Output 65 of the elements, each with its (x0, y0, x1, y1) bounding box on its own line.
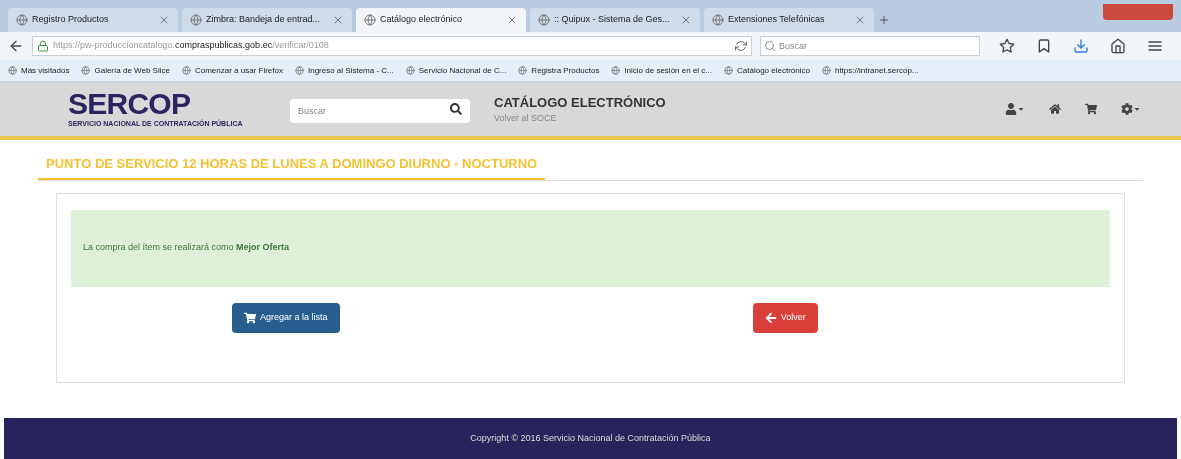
logo[interactable]: SERCOP (68, 88, 191, 119)
browser-tab[interactable]: Catálogo electrónico (356, 8, 526, 32)
bookmark-item[interactable]: Más visitados (8, 64, 70, 77)
back-icon[interactable] (8, 38, 24, 54)
globe-icon (821, 66, 831, 75)
globe-icon (81, 66, 91, 75)
star-icon[interactable] (998, 38, 1015, 54)
cart-icon (243, 311, 256, 324)
menu-icon[interactable] (1146, 38, 1163, 54)
catalog-title: CATÁLOGO ELECTRÓNICO (494, 93, 666, 112)
arrow-left-icon (764, 311, 777, 324)
url-field[interactable]: https://pw-produccioncatalogo.compraspublicas.gob.ec/verificar/0108 (32, 36, 752, 56)
favicon-icon (712, 14, 724, 26)
bookmark-item[interactable]: Catálogo electrónico (724, 64, 810, 77)
favicon-icon (364, 14, 376, 26)
globe-icon (611, 66, 621, 75)
favicon-icon (16, 14, 28, 26)
bookmark-item[interactable]: Comenzar a usar Firefox (181, 64, 283, 77)
browser-tab[interactable]: Extensiones Telefónicas (704, 8, 874, 32)
url-text: https://pw-produccioncatalogo.compraspublicas.gob.ec/verificar/0108 (53, 39, 330, 53)
favicon-icon (190, 14, 202, 26)
bookmark-item[interactable]: Registra Productos (518, 64, 600, 77)
close-icon[interactable] (332, 14, 344, 26)
copyright-text: Copyright © 2016 Servicio Nacional de Contratación Pública (470, 431, 711, 445)
globe-icon (181, 66, 191, 75)
tab-title: Extensiones Telefónicas (728, 13, 826, 27)
alert-message: La compra del ítem se realizará como Mejor Oferta (83, 241, 290, 255)
bookmark-item[interactable]: Servicio Nacional de C... (405, 64, 507, 77)
globe-icon (724, 66, 733, 75)
cart-icon[interactable] (1085, 103, 1097, 115)
close-icon[interactable] (854, 14, 866, 26)
tab-title: Catálogo electrónico (380, 13, 464, 27)
close-icon[interactable] (680, 14, 692, 26)
browser-tab[interactable]: Registro Productos (8, 8, 178, 32)
browser-tab[interactable]: Zimbra: Bandeja de entrad... (182, 8, 352, 32)
back-button[interactable]: Volver (752, 302, 818, 333)
page-title: PUNTO DE SERVICIO 12 HORAS DE LUNES A DOMINGO DIURNO - NOCTURNO (38, 154, 546, 180)
favicon-icon (538, 14, 550, 26)
add-to-list-button[interactable]: Agregar a la lista (231, 302, 340, 333)
close-icon[interactable] (506, 14, 518, 26)
search-icon (764, 40, 776, 52)
globe-icon (518, 66, 528, 75)
bookmark-item[interactable]: https://intranet.sercop... (821, 64, 919, 77)
site-search-field[interactable]: Buscar (290, 99, 470, 123)
globe-icon (294, 66, 304, 75)
bookmark-item[interactable]: Galería de Web Slice (81, 64, 170, 77)
search-icon[interactable] (450, 103, 462, 115)
globe-icon (8, 66, 17, 75)
tab-title: Zimbra: Bandeja de entrad... (206, 13, 322, 27)
globe-icon (405, 66, 415, 75)
download-icon[interactable] (1072, 38, 1089, 54)
tab-title: :: Quipux - Sistema de Ges... (554, 13, 671, 27)
new-tab-icon[interactable] (878, 14, 890, 26)
home-icon[interactable] (1049, 103, 1061, 115)
browser-tab[interactable]: :: Quipux - Sistema de Ges... (530, 8, 700, 32)
bookmark-item[interactable]: Inicio de sesión en el c... (611, 64, 712, 77)
close-icon[interactable] (158, 14, 170, 26)
reload-icon[interactable] (735, 40, 747, 52)
browser-search-field[interactable]: Buscar (760, 36, 980, 56)
settings-icon[interactable] (1121, 103, 1141, 115)
bookmark-item[interactable]: Ingreso al Sistema - C... (294, 64, 394, 77)
tab-title: Registro Productos (32, 13, 110, 27)
user-menu-icon[interactable] (1005, 103, 1025, 115)
home-icon[interactable] (1109, 38, 1126, 54)
lock-icon (37, 40, 49, 52)
